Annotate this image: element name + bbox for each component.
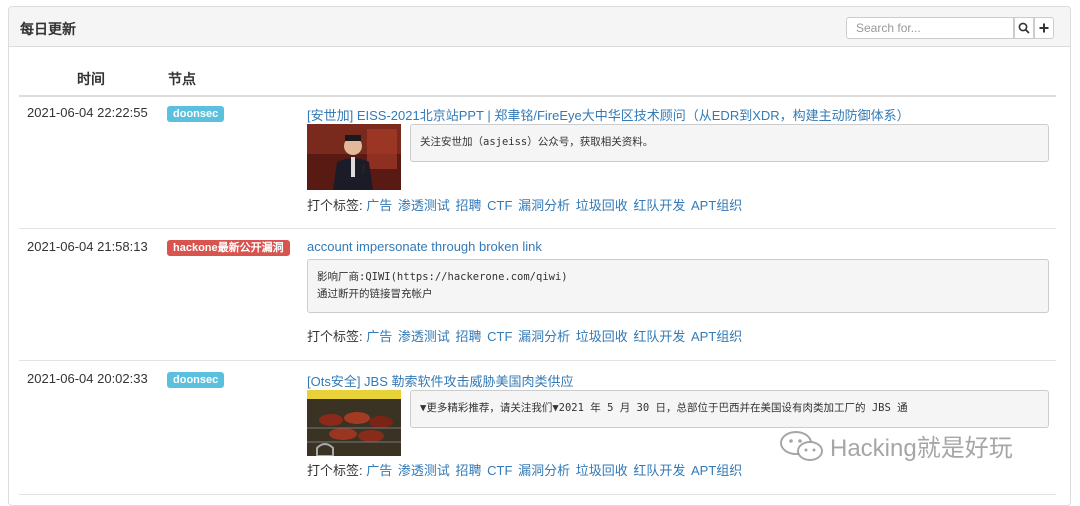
- tag-link[interactable]: 广告: [366, 463, 392, 478]
- tag-link[interactable]: CTF: [487, 329, 512, 344]
- tag-link[interactable]: 红队开发: [633, 463, 685, 478]
- tag-link[interactable]: 渗透测试: [398, 329, 450, 344]
- row-divider: [19, 228, 1056, 229]
- tag-prefix: 打个标签:: [307, 198, 363, 213]
- tag-link[interactable]: 红队开发: [633, 329, 685, 344]
- tag-bar: 打个标签: 广告 渗透测试 招聘 CTF 漏洞分析 垃圾回收 红队开发 APT组…: [307, 326, 744, 345]
- tag-link[interactable]: CTF: [487, 463, 512, 478]
- excerpt-line: 关注安世加（asjeiss）公众号，获取相关资料。: [420, 136, 654, 148]
- tag-link[interactable]: 垃圾回收: [576, 463, 628, 478]
- article-title-link[interactable]: [安世加] EISS-2021北京站PPT | 郑聿铭/FireEye大中华区技…: [307, 105, 910, 124]
- search-input[interactable]: [846, 17, 1014, 39]
- article-title-link[interactable]: [Ots安全] JBS 勒索软件攻击威胁美国肉类供应: [307, 371, 574, 390]
- panel-header: 每日更新: [9, 7, 1070, 47]
- row-time: 2021-06-04 20:02:33: [27, 371, 148, 386]
- tag-link[interactable]: 漏洞分析: [518, 463, 570, 478]
- plus-icon: [1039, 23, 1049, 33]
- tag-link[interactable]: APT组织: [691, 198, 742, 213]
- tag-link[interactable]: 招聘: [456, 329, 482, 344]
- article-thumbnail[interactable]: [307, 390, 401, 456]
- article-thumbnail[interactable]: [307, 124, 401, 190]
- tag-link[interactable]: 广告: [366, 198, 392, 213]
- tag-link[interactable]: CTF: [487, 198, 512, 213]
- article-excerpt: 影响厂商:QIWI(https://hackerone.com/qiwi) 通过…: [307, 259, 1049, 313]
- source-badge[interactable]: doonsec: [167, 106, 225, 122]
- tag-link[interactable]: 漏洞分析: [518, 198, 570, 213]
- excerpt-line: ▼更多精彩推荐，请关注我们▼2021 年 5 月 30 日，总部位于巴西并在美国…: [420, 402, 908, 414]
- search-icon: [1018, 22, 1030, 34]
- article-title-link[interactable]: account impersonate through broken link: [307, 239, 542, 254]
- tag-link[interactable]: 广告: [366, 329, 392, 344]
- tag-link[interactable]: APT组织: [691, 463, 742, 478]
- tag-link[interactable]: 渗透测试: [398, 198, 450, 213]
- tag-link[interactable]: APT组织: [691, 329, 742, 344]
- table-header-divider: [19, 95, 1056, 97]
- row-divider: [19, 360, 1056, 361]
- row-time: 2021-06-04 22:22:55: [27, 105, 148, 120]
- tag-link[interactable]: 招聘: [456, 198, 482, 213]
- tag-link[interactable]: 渗透测试: [398, 463, 450, 478]
- article-excerpt: ▼更多精彩推荐，请关注我们▼2021 年 5 月 30 日，总部位于巴西并在美国…: [410, 390, 1049, 428]
- column-header-node: 节点: [168, 71, 196, 87]
- tag-bar: 打个标签: 广告 渗透测试 招聘 CTF 漏洞分析 垃圾回收 红队开发 APT组…: [307, 460, 744, 479]
- column-header-time: 时间: [77, 71, 105, 87]
- source-badge[interactable]: hackone最新公开漏洞: [167, 240, 290, 256]
- source-badge[interactable]: doonsec: [167, 372, 225, 388]
- tag-prefix: 打个标签:: [307, 329, 363, 344]
- add-button[interactable]: [1034, 17, 1054, 39]
- tag-bar: 打个标签: 广告 渗透测试 招聘 CTF 漏洞分析 垃圾回收 红队开发 APT组…: [307, 195, 744, 214]
- tag-link[interactable]: 漏洞分析: [518, 329, 570, 344]
- tag-link[interactable]: 红队开发: [633, 198, 685, 213]
- wechat-watermark: Hacking就是好玩: [778, 428, 1013, 463]
- tag-link[interactable]: 招聘: [456, 463, 482, 478]
- excerpt-line: 通过断开的链接冒充帐户: [317, 288, 433, 300]
- search-button[interactable]: [1014, 17, 1034, 39]
- excerpt-line: 影响厂商:QIWI(https://hackerone.com/qiwi): [317, 271, 568, 283]
- tag-link[interactable]: 垃圾回收: [576, 198, 628, 213]
- wechat-icon: [780, 430, 823, 461]
- article-excerpt: 关注安世加（asjeiss）公众号，获取相关资料。: [410, 124, 1049, 162]
- tag-prefix: 打个标签:: [307, 463, 363, 478]
- watermark-text: Hacking就是好玩: [830, 435, 1013, 462]
- row-time: 2021-06-04 21:58:13: [27, 239, 148, 254]
- row-divider: [19, 494, 1056, 495]
- tag-link[interactable]: 垃圾回收: [576, 329, 628, 344]
- panel-title: 每日更新: [20, 21, 76, 37]
